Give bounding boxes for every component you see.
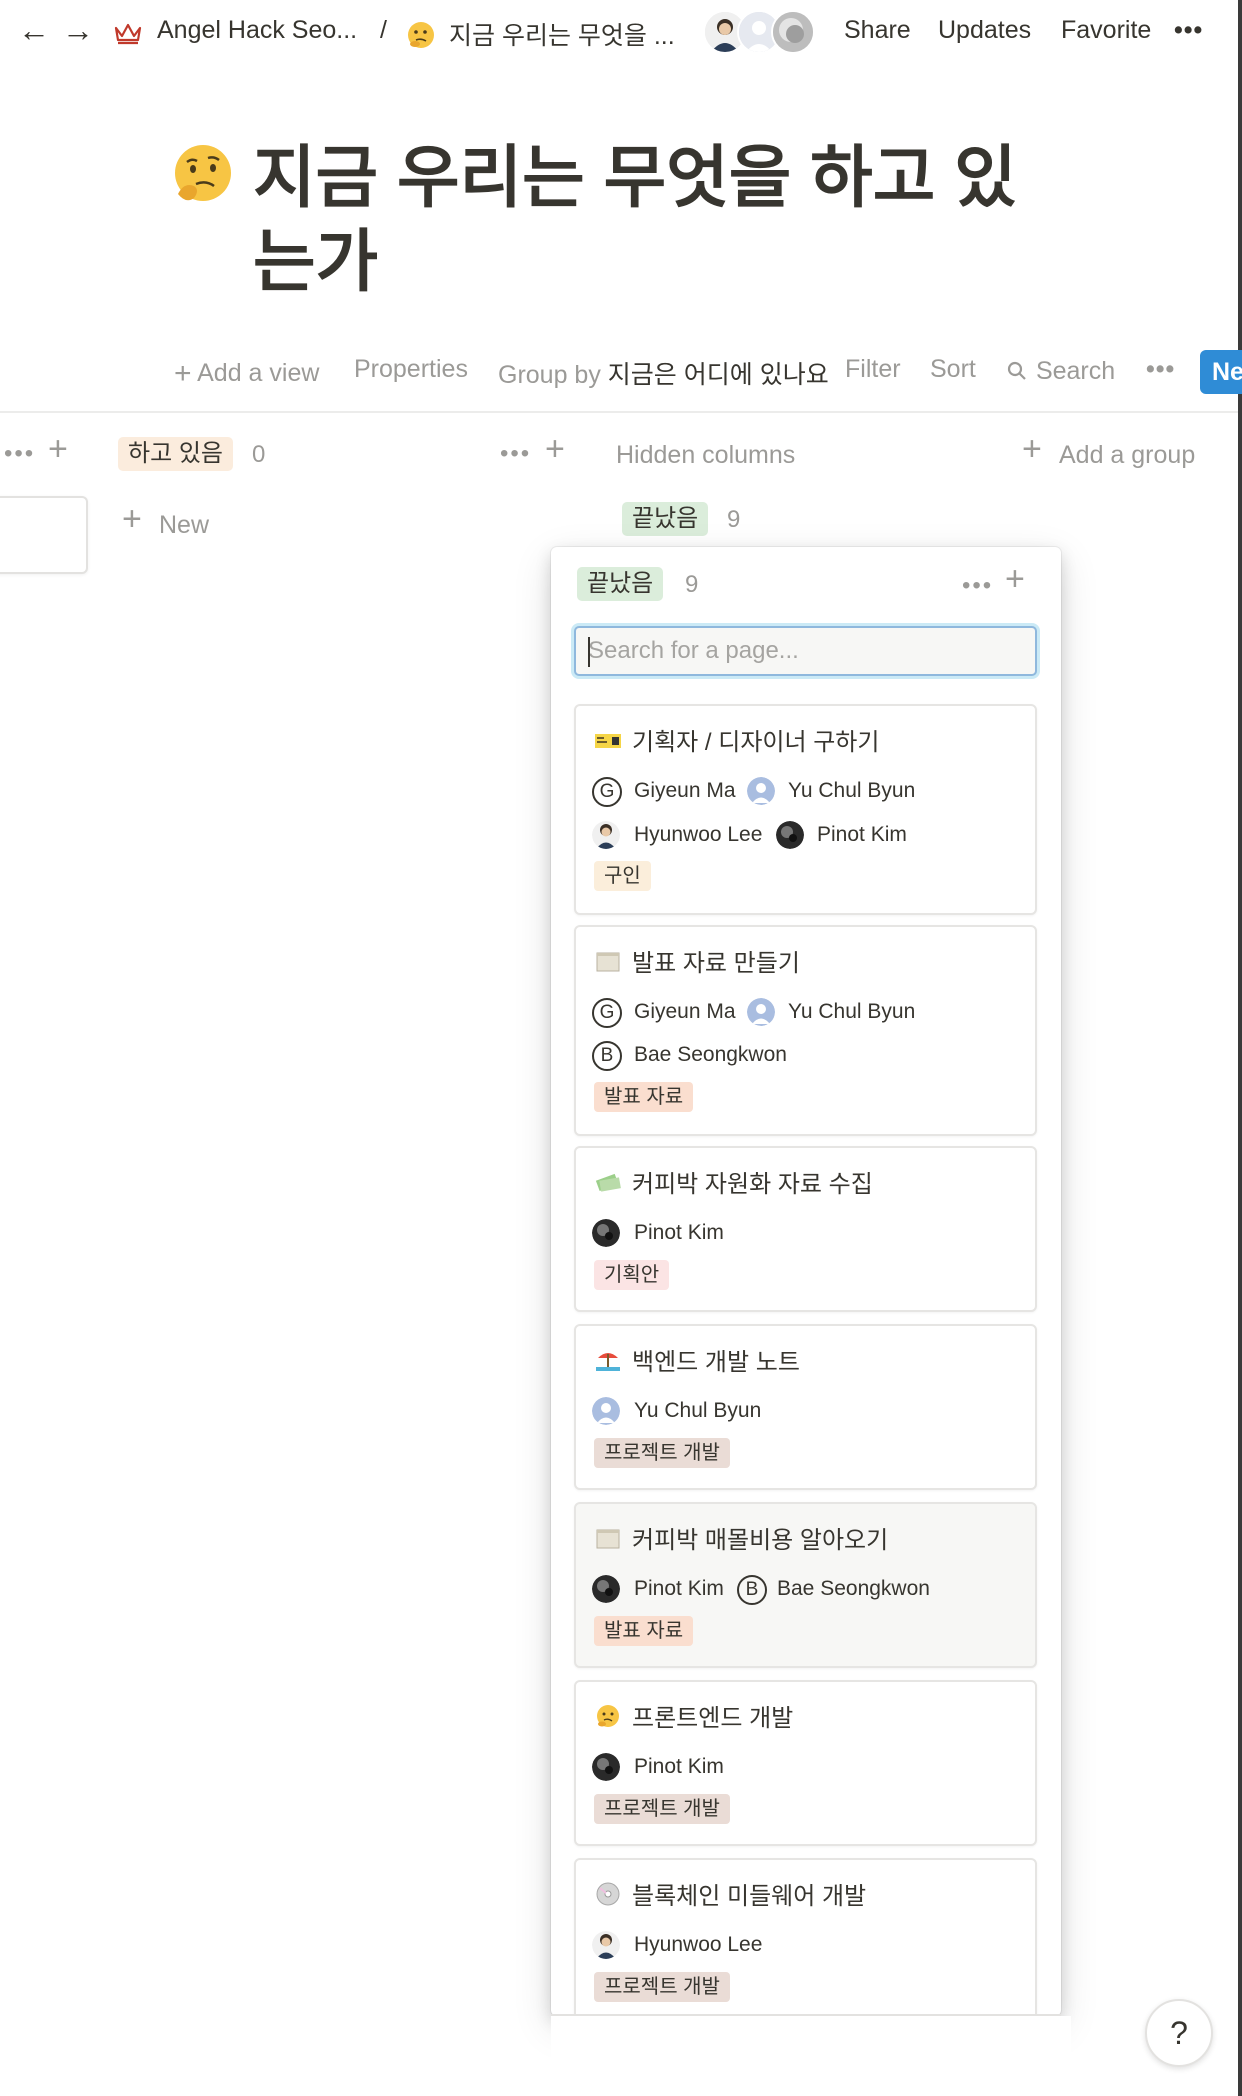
notebook-icon	[595, 734, 621, 748]
popup-group-count: 9	[685, 571, 699, 598]
breadcrumb-separator: /	[380, 16, 387, 44]
money-icon	[595, 1173, 621, 1192]
avatar-pinot	[776, 821, 804, 849]
person-name: Yu Chul Byun	[788, 779, 916, 802]
thinking-face-icon	[597, 1705, 619, 1727]
avatar-hyunwoo	[592, 821, 620, 849]
card-title: 블록체인 미들웨어 개발	[632, 1883, 867, 1910]
disc-icon	[596, 1882, 620, 1906]
popup-add-icon[interactable]: +	[1005, 560, 1025, 599]
tag-plan: 기획안	[594, 1260, 670, 1290]
tag-hiring: 구인	[594, 861, 651, 891]
column-more-icon[interactable]: •••	[4, 440, 35, 468]
avatar-giyeun: G	[592, 998, 622, 1028]
scroll-icon	[596, 1529, 620, 1549]
board-card-partial[interactable]	[0, 496, 88, 574]
column-doing-label[interactable]: 하고 있음	[118, 437, 233, 471]
avatar-yuchul	[747, 777, 775, 805]
group-by-button[interactable]: Group by 지금은 어디에 있나요	[498, 355, 829, 391]
card-title: 발표 자료 만들기	[632, 950, 800, 977]
tag-dev: 프로젝트 개발	[594, 1972, 730, 2002]
person-name: Hyunwoo Lee	[634, 823, 763, 846]
thinking-face-icon	[408, 22, 434, 48]
user-avatar-3[interactable]	[771, 10, 815, 54]
card-title: 프론트엔드 개발	[632, 1705, 794, 1732]
text-caret	[588, 637, 590, 667]
avatar-pinot	[592, 1219, 620, 1247]
avatar-bae: B	[737, 1575, 767, 1605]
back-arrow-icon[interactable]: ←	[18, 12, 50, 49]
search-button[interactable]: Search	[1005, 355, 1115, 386]
search-icon	[1007, 361, 1026, 380]
avatar-yuchul	[592, 1397, 620, 1425]
new-card-button[interactable]: New	[159, 511, 209, 540]
column-doing-count: 0	[252, 441, 266, 468]
breadcrumb-page[interactable]: 지금 우리는 무엇을 ...	[449, 16, 675, 52]
panel-clip	[551, 2016, 1071, 2096]
card-title: 커피박 매몰비용 알아오기	[632, 1527, 889, 1554]
add-view-button[interactable]: + Add a view	[174, 355, 319, 390]
more-options-button[interactable]: •••	[1174, 16, 1203, 45]
person-name: Pinot Kim	[634, 1221, 724, 1244]
crown-icon	[114, 23, 142, 45]
card-title: 커피박 자원화 자료 수집	[632, 1171, 873, 1198]
avatar-pinot	[592, 1575, 620, 1603]
avatar-hyunwoo	[592, 1931, 620, 1959]
person-name: Pinot Kim	[634, 1577, 724, 1600]
beach-icon	[596, 1353, 620, 1371]
popup-group-label: 끝났음	[577, 567, 664, 601]
person-name: Yu Chul Byun	[634, 1399, 762, 1422]
tag-presentation: 발표 자료	[594, 1082, 694, 1112]
top-bar: ← → Angel Hack Seo... / 지금 우리는 무엇을 ... S…	[0, 0, 1242, 66]
page-search-input[interactable]	[576, 628, 1035, 674]
new-button[interactable]: Ne	[1200, 350, 1242, 394]
window-edge	[1238, 0, 1242, 2096]
popup-more-icon[interactable]: •••	[962, 572, 993, 600]
column-add-icon[interactable]: +	[48, 430, 68, 469]
person-name: Pinot Kim	[817, 823, 907, 846]
person-name: Bae Seongkwon	[777, 1577, 930, 1600]
hidden-column-done-count: 9	[727, 506, 741, 533]
person-name: Giyeun Ma	[634, 779, 736, 802]
thinking-face-icon	[175, 145, 231, 201]
page-title[interactable]: 지금 우리는 무엇을 하고 있는가	[253, 136, 1043, 304]
card-title: 백엔드 개발 노트	[632, 1349, 800, 1376]
add-group-button[interactable]: Add a group	[1059, 441, 1195, 470]
tag-presentation: 발표 자료	[594, 1616, 694, 1646]
person-name: Giyeun Ma	[634, 1000, 736, 1023]
share-button[interactable]: Share	[844, 16, 911, 45]
person-name: Yu Chul Byun	[788, 1000, 916, 1023]
updates-button[interactable]: Updates	[938, 16, 1031, 45]
hidden-column-done[interactable]: 끝났음	[622, 502, 709, 536]
avatar-yuchul	[747, 998, 775, 1026]
toolbar-more-button[interactable]: •••	[1146, 355, 1175, 384]
column-doing-add-icon[interactable]: +	[545, 430, 565, 469]
tag-dev: 프로젝트 개발	[594, 1438, 730, 1468]
toolbar-divider	[0, 411, 1238, 413]
favorite-button[interactable]: Favorite	[1061, 16, 1151, 45]
properties-button[interactable]: Properties	[354, 355, 468, 384]
forward-arrow-icon[interactable]: →	[62, 12, 94, 49]
tag-dev: 프로젝트 개발	[594, 1794, 730, 1824]
avatar-giyeun: G	[592, 777, 622, 807]
new-card-plus-icon[interactable]: +	[122, 500, 142, 539]
panel-bottom-border	[551, 2014, 1061, 2016]
person-name: Pinot Kim	[634, 1755, 724, 1778]
help-button[interactable]: ?	[1145, 1999, 1213, 2067]
filter-button[interactable]: Filter	[845, 355, 901, 384]
add-group-plus-icon[interactable]: +	[1022, 430, 1042, 469]
hidden-columns-label: Hidden columns	[616, 441, 796, 469]
person-name: Bae Seongkwon	[634, 1043, 787, 1066]
avatar-bae: B	[592, 1041, 622, 1071]
person-name: Hyunwoo Lee	[634, 1933, 763, 1956]
sort-button[interactable]: Sort	[930, 355, 976, 384]
avatar-pinot	[592, 1753, 620, 1781]
scroll-icon	[596, 952, 620, 972]
breadcrumb-workspace[interactable]: Angel Hack Seo...	[157, 16, 357, 45]
column-doing-more-icon[interactable]: •••	[500, 440, 531, 468]
page-search-field[interactable]	[574, 626, 1037, 676]
group-by-value: 지금은 어디에 있나요	[607, 361, 829, 389]
card-title: 기획자 / 디자이너 구하기	[632, 729, 880, 756]
